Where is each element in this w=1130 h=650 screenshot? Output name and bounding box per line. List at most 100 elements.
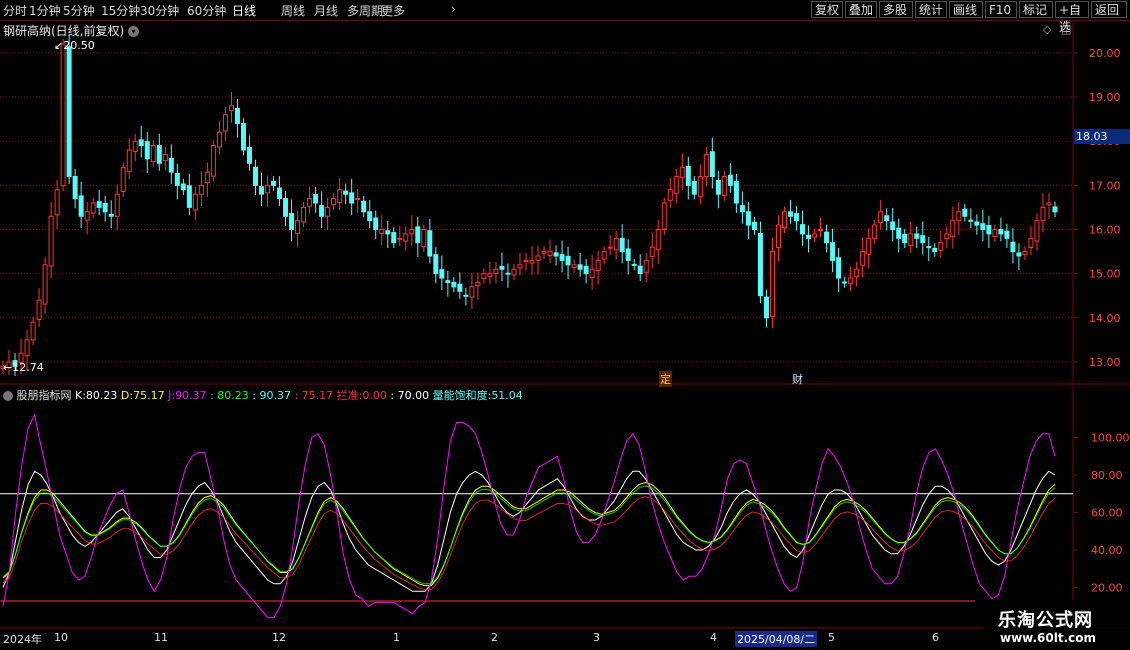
candle-body-69 — [415, 226, 421, 244]
candle-body-143 — [860, 251, 866, 266]
candle-body-59 — [355, 198, 361, 201]
low-price-label: ←12.74 — [3, 361, 44, 374]
candle-body-166 — [998, 228, 1004, 235]
candle-body-27 — [162, 153, 168, 162]
candle-body-138 — [830, 242, 836, 261]
candle-body-171 — [1028, 237, 1034, 249]
time-axis-label-0: 2024年 — [3, 633, 42, 646]
panel-settings-icon[interactable]: ◇ — [1043, 23, 1051, 36]
candle-body-164 — [986, 225, 992, 235]
candle-body-80 — [481, 273, 487, 279]
candle-body-141 — [848, 277, 854, 285]
ind-tick-label-2: 60.00 — [1091, 507, 1123, 520]
candle-body-24 — [144, 141, 150, 160]
candle-body-159 — [956, 211, 962, 222]
candle-body-175 — [1052, 206, 1058, 213]
candle-body-167 — [1004, 230, 1010, 239]
candle-body-15 — [90, 202, 96, 214]
high-price-value: 20.50 — [63, 39, 95, 52]
panel-window-icon[interactable]: ◫ — [1061, 23, 1071, 36]
candle-body-135 — [812, 233, 818, 238]
time-axis-label-10: 6 — [932, 631, 939, 644]
candle-body-174 — [1046, 202, 1052, 206]
candle-body-70 — [421, 228, 427, 248]
candle-body-88 — [529, 259, 535, 264]
marker-cai[interactable]: 财 — [792, 371, 803, 387]
time-axis-label-5: 2 — [491, 631, 498, 644]
candle-body-153 — [920, 235, 926, 244]
candle-body-118 — [709, 151, 715, 178]
candle-body-133 — [800, 224, 806, 235]
candle-body-78 — [469, 286, 475, 298]
candle-body-61 — [367, 211, 373, 222]
candle-body-74 — [445, 280, 451, 283]
line-value-2: : 90.37 — [252, 389, 291, 402]
candle-body-20 — [120, 167, 126, 193]
candle-body-139 — [836, 257, 842, 279]
candle-body-150 — [902, 233, 908, 244]
candle-body-155 — [932, 247, 938, 253]
candle-body-4 — [24, 339, 30, 357]
main-title: 钢研高纳(日线,前复权) ▾ — [3, 22, 140, 39]
candle-body-47 — [283, 198, 289, 217]
candle-body-44 — [265, 184, 271, 194]
candle-body-92 — [553, 252, 559, 257]
candle-body-22 — [132, 140, 138, 152]
price-tick-label-2: 15.00 — [1089, 268, 1121, 281]
candle-body-119 — [715, 179, 721, 195]
candle-body-137 — [824, 231, 830, 244]
candle-body-75 — [451, 281, 457, 288]
ind-tick-label-0: 20.00 — [1091, 582, 1123, 595]
ind-tick-label-1: 40.00 — [1091, 544, 1123, 557]
candle-body-117 — [703, 153, 709, 178]
lanjie-value: 0.00 — [362, 389, 387, 402]
candle-body-72 — [433, 254, 439, 275]
candle-body-38 — [228, 105, 234, 112]
candle-body-40 — [240, 123, 246, 151]
candle-body-111 — [667, 189, 673, 201]
marker-ding[interactable]: 定 — [659, 371, 672, 387]
candle-body-25 — [150, 145, 156, 163]
candle-body-121 — [727, 174, 733, 186]
candle-body-169 — [1016, 252, 1022, 257]
candle-body-8 — [48, 215, 54, 267]
candle-body-157 — [944, 233, 950, 240]
candle-body-77 — [463, 294, 469, 297]
candle-body-37 — [222, 114, 228, 132]
candle-body-55 — [331, 198, 337, 206]
candle-body-42 — [252, 166, 258, 186]
candle-body-95 — [571, 264, 577, 268]
candle-body-82 — [493, 268, 499, 275]
candle-body-35 — [210, 145, 216, 177]
candle-body-163 — [980, 223, 986, 230]
candle-body-63 — [379, 228, 385, 234]
candle-body-54 — [325, 206, 331, 217]
d-label: D: — [120, 389, 134, 402]
candle-body-39 — [234, 108, 240, 125]
candle-body-168 — [1010, 241, 1016, 253]
title-dropdown-icon[interactable]: ▾ — [128, 26, 140, 37]
candle-body-21 — [126, 149, 132, 173]
kdj-line-d — [2, 481, 1056, 587]
candle-body-96 — [577, 264, 583, 270]
candle-body-45 — [271, 180, 277, 186]
candle-body-76 — [457, 283, 463, 292]
candle-body-10 — [60, 43, 66, 187]
time-axis-label-4: 1 — [393, 631, 400, 644]
candle-body-128 — [769, 251, 775, 317]
candle-body-173 — [1040, 206, 1046, 222]
indicator-menu-icon[interactable] — [3, 391, 13, 401]
candle-body-14 — [84, 211, 90, 221]
candle-body-120 — [721, 176, 727, 196]
candle-body-122 — [733, 180, 739, 204]
price-tick-label-0: 13.00 — [1089, 356, 1121, 369]
candle-body-12 — [72, 176, 78, 200]
main-title-text: 钢研高纳(日线,前复权) — [3, 24, 125, 38]
candle-body-98 — [589, 268, 595, 279]
line-value-4: : 70.00 — [390, 389, 430, 402]
candle-body-132 — [794, 213, 800, 222]
indicator-name[interactable]: 股朋指标网 — [17, 389, 72, 402]
candle-body-60 — [361, 200, 367, 213]
time-axis-label-7: 4 — [710, 631, 717, 644]
time-axis-label-3: 12 — [272, 631, 286, 644]
